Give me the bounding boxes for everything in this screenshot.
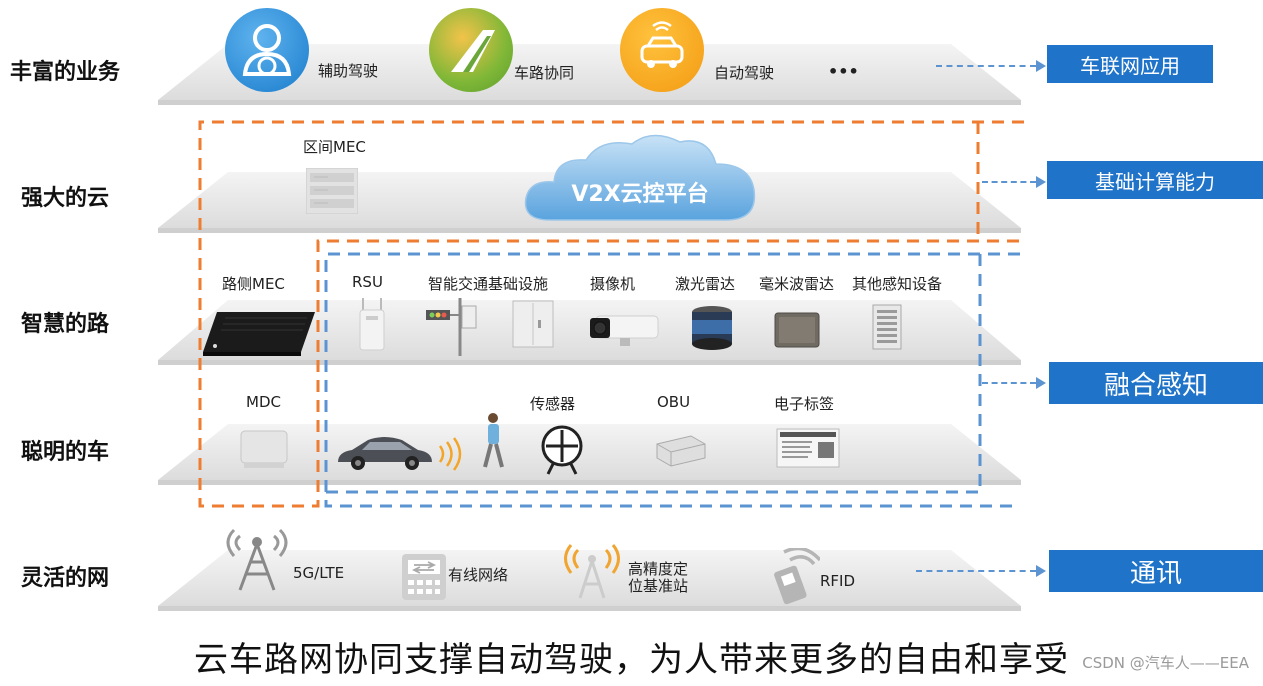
footer-caption: 云车路网协同支撑自动驾驶，为人带来更多的自由和享受	[194, 640, 1069, 680]
network-item-5g: 5G/LTE	[293, 564, 345, 582]
network-item-gnss-line1: 高精度定	[628, 560, 689, 578]
etag-card-icon	[776, 428, 840, 468]
arrow-app	[1036, 60, 1046, 72]
cell-tower-icon	[226, 520, 288, 592]
arrow-fusion	[1036, 377, 1046, 389]
business-item-auto: 自动驾驶	[714, 64, 775, 82]
sensor-icon	[538, 424, 586, 476]
server-rack-icon	[305, 167, 359, 215]
connector-fusion	[982, 382, 1036, 384]
connector-compute	[982, 181, 1036, 183]
network-item-gnss-line2: 位基准站	[628, 577, 689, 595]
layer-title-business: 丰富的业务	[9, 60, 120, 85]
layer-title-road: 智慧的路	[20, 312, 109, 337]
business-item-assist: 辅助驾驶	[318, 62, 379, 80]
road-item-other: 其他感知设备	[852, 275, 943, 293]
traffic-pole-icon	[424, 298, 480, 358]
lidar-icon	[690, 304, 734, 352]
autonomous-car-icon	[620, 8, 704, 92]
obu-device-icon	[655, 432, 707, 468]
vehicle-road-coop-icon	[429, 8, 513, 92]
rsu-device-icon	[357, 296, 387, 354]
rfid-icon	[770, 546, 822, 606]
road-item-its: 智能交通基础设施	[428, 275, 549, 293]
business-item-coop: 车路协同	[514, 64, 575, 82]
layer-title-network: 灵活的网	[20, 566, 109, 591]
vehicle-item-obu: OBU	[657, 393, 691, 411]
layer-title-cloud: 强大的云	[20, 186, 109, 211]
connector-comm	[916, 570, 1036, 572]
road-item-camera: 摄像机	[590, 275, 636, 293]
gnss-base-station-icon	[562, 542, 622, 600]
business-more-ellipsis: •••	[828, 62, 859, 81]
vehicle-item-etag: 电子标签	[774, 395, 835, 413]
cabinet-icon	[512, 300, 554, 348]
watermark: CSDN @汽车人——EEA	[1082, 654, 1249, 672]
box-vehicle-network-app: 车联网应用	[1047, 45, 1213, 83]
car-icon	[334, 432, 434, 472]
camera-icon	[590, 312, 660, 348]
box-fusion-sensing: 融合感知	[1049, 362, 1263, 404]
road-mec-label: 路侧MEC	[222, 275, 285, 293]
signal-waves-icon	[436, 436, 464, 472]
box-basic-compute: 基础计算能力	[1047, 161, 1263, 199]
cloud-platform-label: V2X云控平台	[571, 182, 709, 207]
road-item-lidar: 激光雷达	[675, 275, 736, 293]
road-item-rsu: RSU	[352, 273, 383, 291]
vehicle-item-sensor: 传感器	[530, 395, 576, 413]
box-communication: 通讯	[1049, 550, 1263, 592]
layer-title-vehicle: 聪明的车	[20, 440, 109, 465]
network-item-rfid: RFID	[820, 572, 856, 590]
roadside-mec-device-icon	[203, 308, 315, 356]
mdc-device-icon	[240, 430, 288, 470]
cloud-mec-label: 区间MEC	[303, 138, 366, 156]
road-item-radar: 毫米波雷达	[759, 275, 835, 293]
wired-network-icon	[400, 552, 448, 602]
connector-app	[936, 65, 1036, 67]
other-sensor-icon	[872, 304, 902, 350]
arrow-compute	[1036, 176, 1046, 188]
vehicle-mdc-label: MDC	[246, 393, 281, 411]
arrow-comm	[1036, 565, 1046, 577]
pedestrian-icon	[478, 412, 508, 470]
network-item-wired: 有线网络	[448, 566, 509, 584]
mmwave-radar-icon	[774, 312, 820, 348]
driver-assist-icon	[225, 8, 309, 92]
